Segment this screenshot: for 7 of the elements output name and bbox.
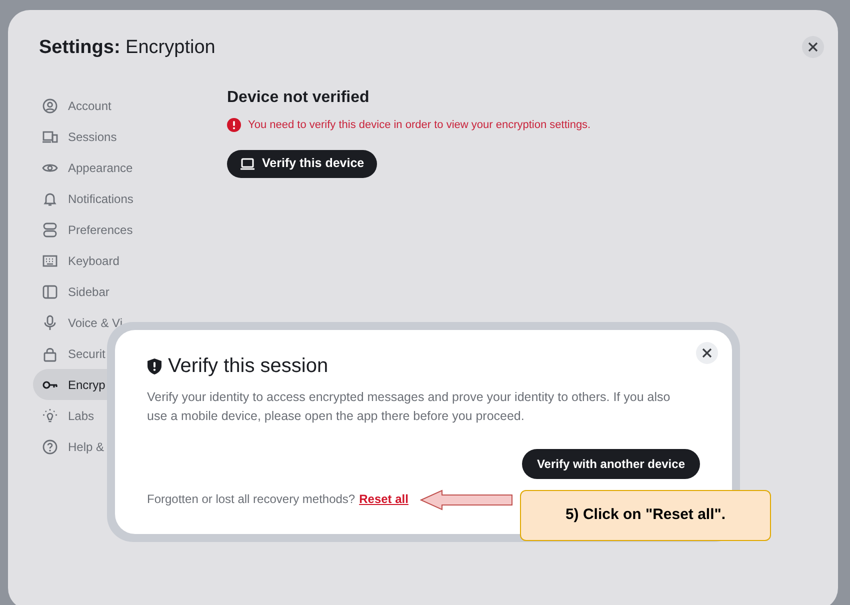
dialog-title: Verify this session <box>168 354 328 378</box>
error-message: You need to verify this device in order to view your encryption settings. <box>248 118 591 133</box>
recovery-question: Forgotten or lost all recovery methods? <box>147 491 356 508</box>
section-heading: Device not verified <box>227 88 370 108</box>
window-title: Settings: Encryption <box>39 36 216 60</box>
dialog-message: Verify your identity to access encrypted messages and prove your identity to others. If you also use a mobile device, please open the app there before you proceed. <box>147 389 672 425</box>
instruction-callout: 5) Click on "Reset all". <box>520 490 771 541</box>
